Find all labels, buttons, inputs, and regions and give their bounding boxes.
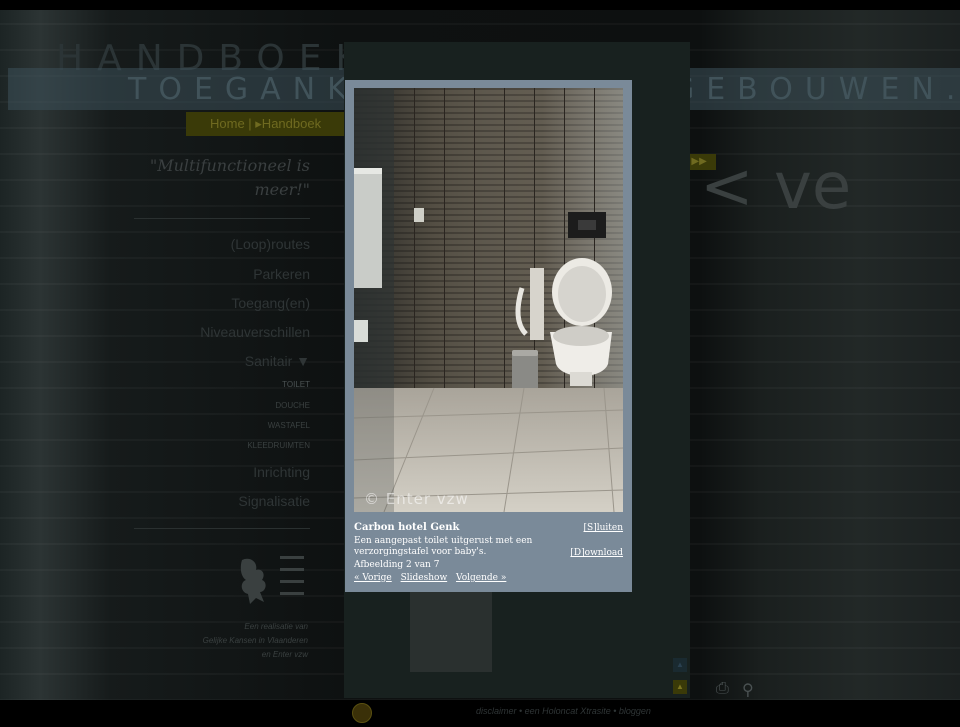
footer-logo bbox=[352, 703, 372, 723]
lightbox-photo: © Enter vzw bbox=[354, 88, 623, 512]
scroll-up-arrow-icon[interactable]: ▲ bbox=[673, 658, 687, 672]
sidebar-item-inrichting[interactable]: Inrichting bbox=[120, 464, 310, 480]
magnifier-icon[interactable]: ⚲ bbox=[742, 680, 754, 700]
site-quote: "Multifunctioneel is meer!" bbox=[149, 156, 310, 199]
sidebar-divider-bottom bbox=[134, 528, 310, 529]
credit-line-3: en Enter vzw bbox=[261, 650, 308, 659]
sidebar-item-signalisatie[interactable]: Signalisatie bbox=[120, 493, 310, 509]
lightbox-navigation: « Vorige Slideshow Volgende » bbox=[354, 573, 512, 583]
sidebar-subitem-douche[interactable]: DOUCHE bbox=[120, 401, 310, 410]
lightbox-download-button[interactable]: [D]ownload bbox=[570, 548, 623, 558]
page-background: HANDBOEK TOEGANKELI EGEBOUWEN........ Ho… bbox=[0, 0, 960, 727]
sidebar-subitem-toilet[interactable]: TOILET bbox=[120, 380, 310, 389]
lightbox-next-link[interactable]: Volgende » bbox=[456, 573, 506, 583]
credit-line-1: Een realisatie van bbox=[244, 622, 308, 631]
footer-links[interactable]: disclaimer • een Holoncat Xtrasite • blo… bbox=[476, 706, 651, 716]
lightbox-dialog: © Enter vzw Carbon hotel Genk Een aangep… bbox=[345, 80, 632, 592]
printer-icon[interactable]: ⎙ bbox=[716, 680, 729, 698]
sidebar-subitem-wastafel[interactable]: WASTAFEL bbox=[120, 421, 310, 430]
flemish-lion-logo bbox=[240, 556, 304, 604]
lightbox-caption-description: Een aangepast toilet uitgerust met een v… bbox=[354, 536, 533, 557]
sidebar-divider-top bbox=[134, 218, 310, 219]
hero-text: < ve bbox=[700, 150, 852, 224]
lightbox-image-counter: Afbeelding 2 van 7 bbox=[354, 560, 440, 570]
copyright-watermark: © Enter vzw bbox=[364, 490, 469, 508]
lightbox-caption-title: Carbon hotel Genk bbox=[354, 522, 460, 533]
sidebar-item-toegangen[interactable]: Toegang(en) bbox=[120, 295, 310, 311]
lightbox-close-button[interactable]: [S]luiten bbox=[584, 523, 623, 533]
credit-line-2: Gelijke Kansen in Vlaanderen bbox=[202, 636, 308, 645]
gallery-thumbnail[interactable] bbox=[410, 590, 492, 672]
toilet-photo-image bbox=[354, 88, 623, 512]
lightbox-prev-link[interactable]: « Vorige bbox=[354, 573, 392, 583]
scroll-top-arrow-icon[interactable]: ▲ bbox=[673, 680, 687, 694]
lightbox-slideshow-link[interactable]: Slideshow bbox=[401, 573, 448, 583]
sidebar-item-niveauverschillen[interactable]: Niveauverschillen bbox=[120, 324, 310, 340]
nav-home-link[interactable]: Home | ▸Handboek bbox=[210, 116, 321, 132]
sidebar-item-parkeren[interactable]: Parkeren bbox=[120, 266, 310, 282]
sidebar-item-sanitair[interactable]: Sanitair ▼ bbox=[120, 353, 310, 369]
sidebar-subitem-kleedruimten[interactable]: KLEEDRUIMTEN bbox=[120, 441, 310, 450]
sidebar-item-looproutes[interactable]: (Loop)routes bbox=[120, 236, 310, 252]
top-black-bar bbox=[0, 0, 960, 10]
